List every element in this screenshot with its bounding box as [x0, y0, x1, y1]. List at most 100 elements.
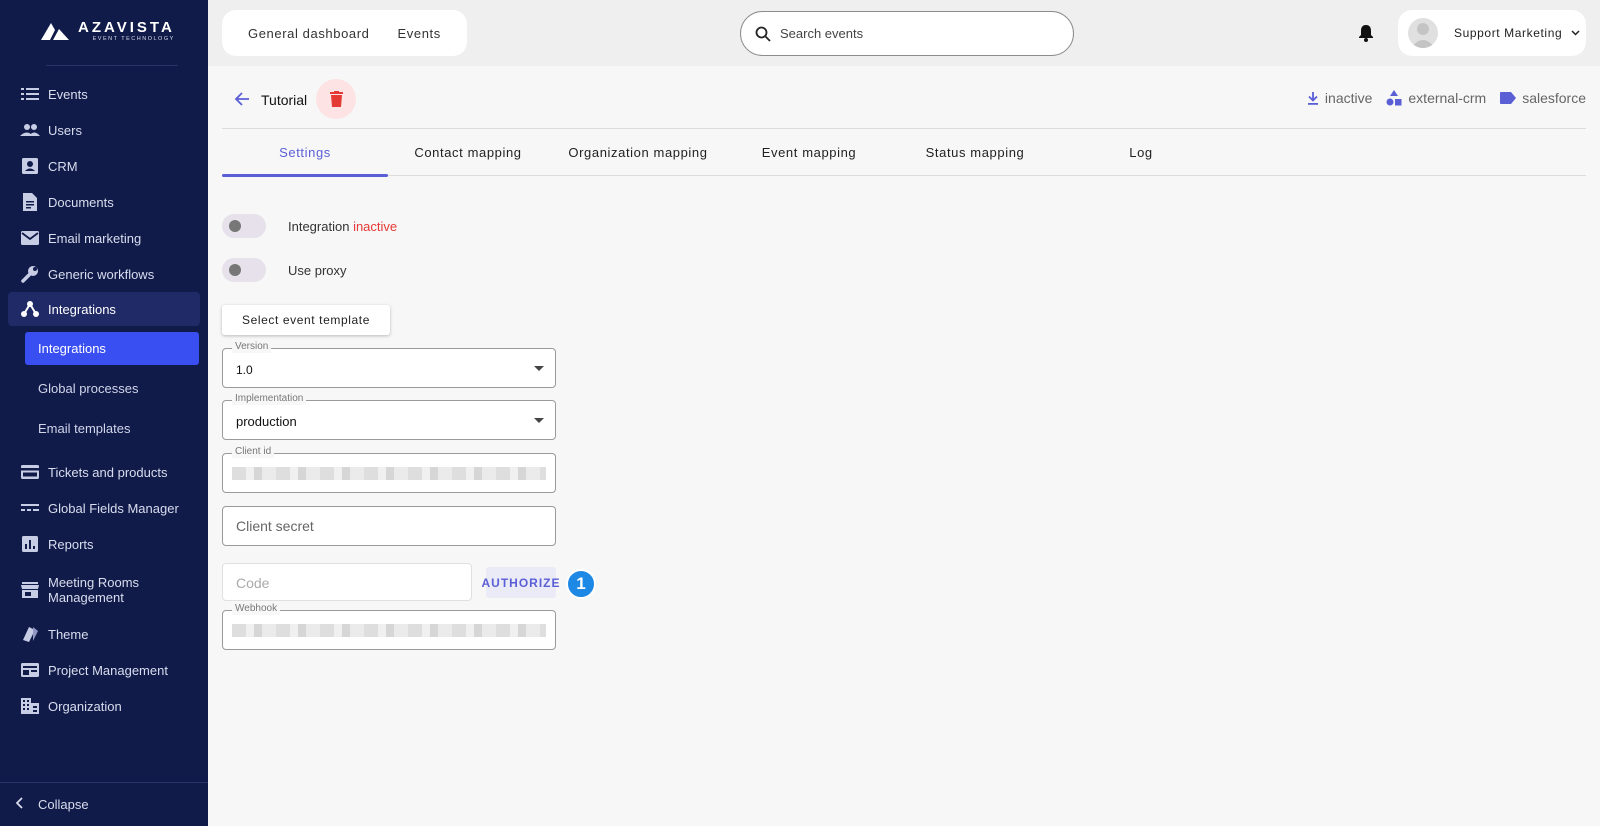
- collapse-label: Collapse: [38, 797, 89, 812]
- implementation-select[interactable]: Implementation production: [222, 393, 556, 440]
- tab-contact-mapping[interactable]: Contact mapping: [385, 129, 551, 176]
- tab-label: Event mapping: [761, 145, 857, 160]
- use-proxy-label: Use proxy: [288, 263, 347, 278]
- sidebar-item-label: Email marketing: [48, 230, 142, 246]
- wrench-icon: [20, 264, 40, 284]
- meta-type-label: external-crm: [1408, 90, 1487, 106]
- people-icon: [20, 120, 40, 140]
- sidebar-item-label: Documents: [48, 194, 114, 210]
- sidebar-item-events[interactable]: Events: [8, 76, 200, 112]
- sidebar-subitem-label: Global processes: [38, 381, 139, 396]
- list-icon: [20, 84, 40, 104]
- sidebar-item-global-fields-manager[interactable]: Global Fields Manager: [8, 490, 200, 526]
- top-tab-events[interactable]: Events: [398, 26, 441, 41]
- sidebar-subitem-global-processes[interactable]: Global processes: [25, 372, 199, 405]
- code-placeholder: Code: [236, 575, 270, 591]
- client-id-field[interactable]: Client id: [222, 446, 556, 493]
- chevron-down-icon: [1571, 30, 1580, 36]
- implementation-value: production: [236, 414, 297, 429]
- sidebar-item-label: Organization: [48, 698, 122, 714]
- palette-icon: [20, 624, 40, 644]
- sidebar-subitem-email-templates[interactable]: Email templates: [25, 412, 199, 445]
- sidebar-item-label: Users: [48, 122, 82, 138]
- step-badge: 1: [566, 569, 596, 599]
- version-select[interactable]: Version 1.0: [222, 341, 556, 388]
- tab-label: Settings: [279, 145, 331, 160]
- sidebar-item-label: Project Management: [48, 662, 168, 678]
- sidebar: AZAVISTA EVENT TECHNOLOGY Events Users C…: [0, 0, 208, 826]
- integration-status: inactive: [353, 219, 398, 234]
- sidebar-subitem-integrations[interactable]: Integrations: [25, 332, 199, 365]
- sidebar-item-project-management[interactable]: Project Management: [8, 652, 200, 688]
- meta-status: inactive: [1307, 90, 1372, 106]
- tab-settings[interactable]: Settings: [222, 129, 388, 177]
- client-id-label: Client id: [232, 446, 275, 458]
- sidebar-item-tickets-and-products[interactable]: Tickets and products: [8, 454, 200, 490]
- tab-label: Log: [1129, 145, 1153, 160]
- toggle-knob: [229, 220, 241, 232]
- board-icon: [20, 660, 40, 680]
- brand-tagline: EVENT TECHNOLOGY: [92, 36, 175, 42]
- sidebar-item-generic-workflows[interactable]: Generic workflows: [8, 256, 200, 292]
- notifications-bell-icon[interactable]: [1358, 24, 1374, 47]
- tab-label: Contact mapping: [414, 145, 522, 160]
- implementation-label: Implementation: [232, 393, 307, 405]
- store-icon: [20, 580, 40, 600]
- fields-icon: [20, 498, 40, 518]
- search-box[interactable]: [740, 11, 1074, 56]
- authorize-button[interactable]: AUTHORIZE: [482, 567, 560, 598]
- tag-icon: [1500, 92, 1517, 104]
- user-name: Support Marketing: [1454, 26, 1563, 40]
- sidebar-divider: [46, 65, 178, 66]
- sidebar-item-label: Integrations: [48, 301, 116, 317]
- tab-log[interactable]: Log: [1058, 129, 1224, 176]
- select-event-template-button[interactable]: Select event template: [222, 305, 390, 335]
- user-menu[interactable]: Support Marketing: [1398, 10, 1586, 56]
- search-input[interactable]: [780, 26, 1040, 41]
- tab-status-mapping[interactable]: Status mapping: [892, 129, 1058, 176]
- sidebar-item-email-marketing[interactable]: Email marketing: [8, 220, 200, 256]
- delete-button[interactable]: [316, 79, 356, 119]
- webhook-field[interactable]: Webhook: [222, 603, 556, 650]
- meta-provider-label: salesforce: [1522, 90, 1586, 106]
- page-header: Tutorial inactive external-crm salesforc…: [222, 78, 1586, 129]
- arrow-left-icon: [234, 92, 249, 106]
- contact-card-icon: [20, 156, 40, 176]
- sidebar-item-label: Events: [48, 86, 88, 102]
- back-button[interactable]: [234, 91, 250, 112]
- top-bar: General dashboard Events Support Marketi…: [208, 0, 1600, 66]
- sidebar-item-users[interactable]: Users: [8, 112, 200, 148]
- collapse-button[interactable]: Collapse: [0, 782, 208, 826]
- meta-type: external-crm: [1386, 90, 1486, 106]
- bar-chart-icon: [20, 534, 40, 554]
- sidebar-item-integrations[interactable]: Integrations: [8, 292, 200, 326]
- tab-organization-mapping[interactable]: Organization mapping: [555, 129, 721, 176]
- integration-active-toggle[interactable]: [222, 214, 266, 238]
- sidebar-item-meeting-rooms-management[interactable]: Meeting Rooms Management: [8, 570, 200, 610]
- trash-icon: [329, 91, 343, 107]
- azavista-logo-icon: [41, 23, 69, 40]
- client-secret-placeholder: Client secret: [236, 518, 314, 534]
- sidebar-item-documents[interactable]: Documents: [8, 184, 200, 220]
- sidebar-item-organization[interactable]: Organization: [8, 688, 200, 724]
- sidebar-item-label: Tickets and products: [48, 464, 168, 480]
- integration-label: Integration: [288, 219, 350, 234]
- sidebar-item-theme[interactable]: Theme: [8, 616, 200, 652]
- sidebar-item-crm[interactable]: CRM: [8, 148, 200, 184]
- integration-toggle-label: Integration inactive: [288, 219, 397, 234]
- use-proxy-toggle[interactable]: [222, 258, 266, 282]
- brand-name: AZAVISTA: [78, 19, 175, 36]
- active-tab-indicator: [222, 174, 388, 177]
- dropdown-arrow-icon: [534, 366, 544, 371]
- integration-meta: inactive external-crm salesforce: [1307, 90, 1586, 106]
- brand-logo[interactable]: AZAVISTA EVENT TECHNOLOGY: [40, 20, 175, 42]
- top-tab-general-dashboard[interactable]: General dashboard: [248, 26, 370, 41]
- top-navigation: General dashboard Events: [222, 10, 467, 56]
- code-field[interactable]: Code: [222, 563, 472, 601]
- client-secret-field[interactable]: Client secret: [222, 506, 556, 546]
- tab-event-mapping[interactable]: Event mapping: [726, 129, 892, 176]
- redacted-value: [232, 467, 546, 480]
- card-icon: [20, 462, 40, 482]
- redacted-value: [232, 624, 546, 637]
- sidebar-item-reports[interactable]: Reports: [8, 526, 200, 562]
